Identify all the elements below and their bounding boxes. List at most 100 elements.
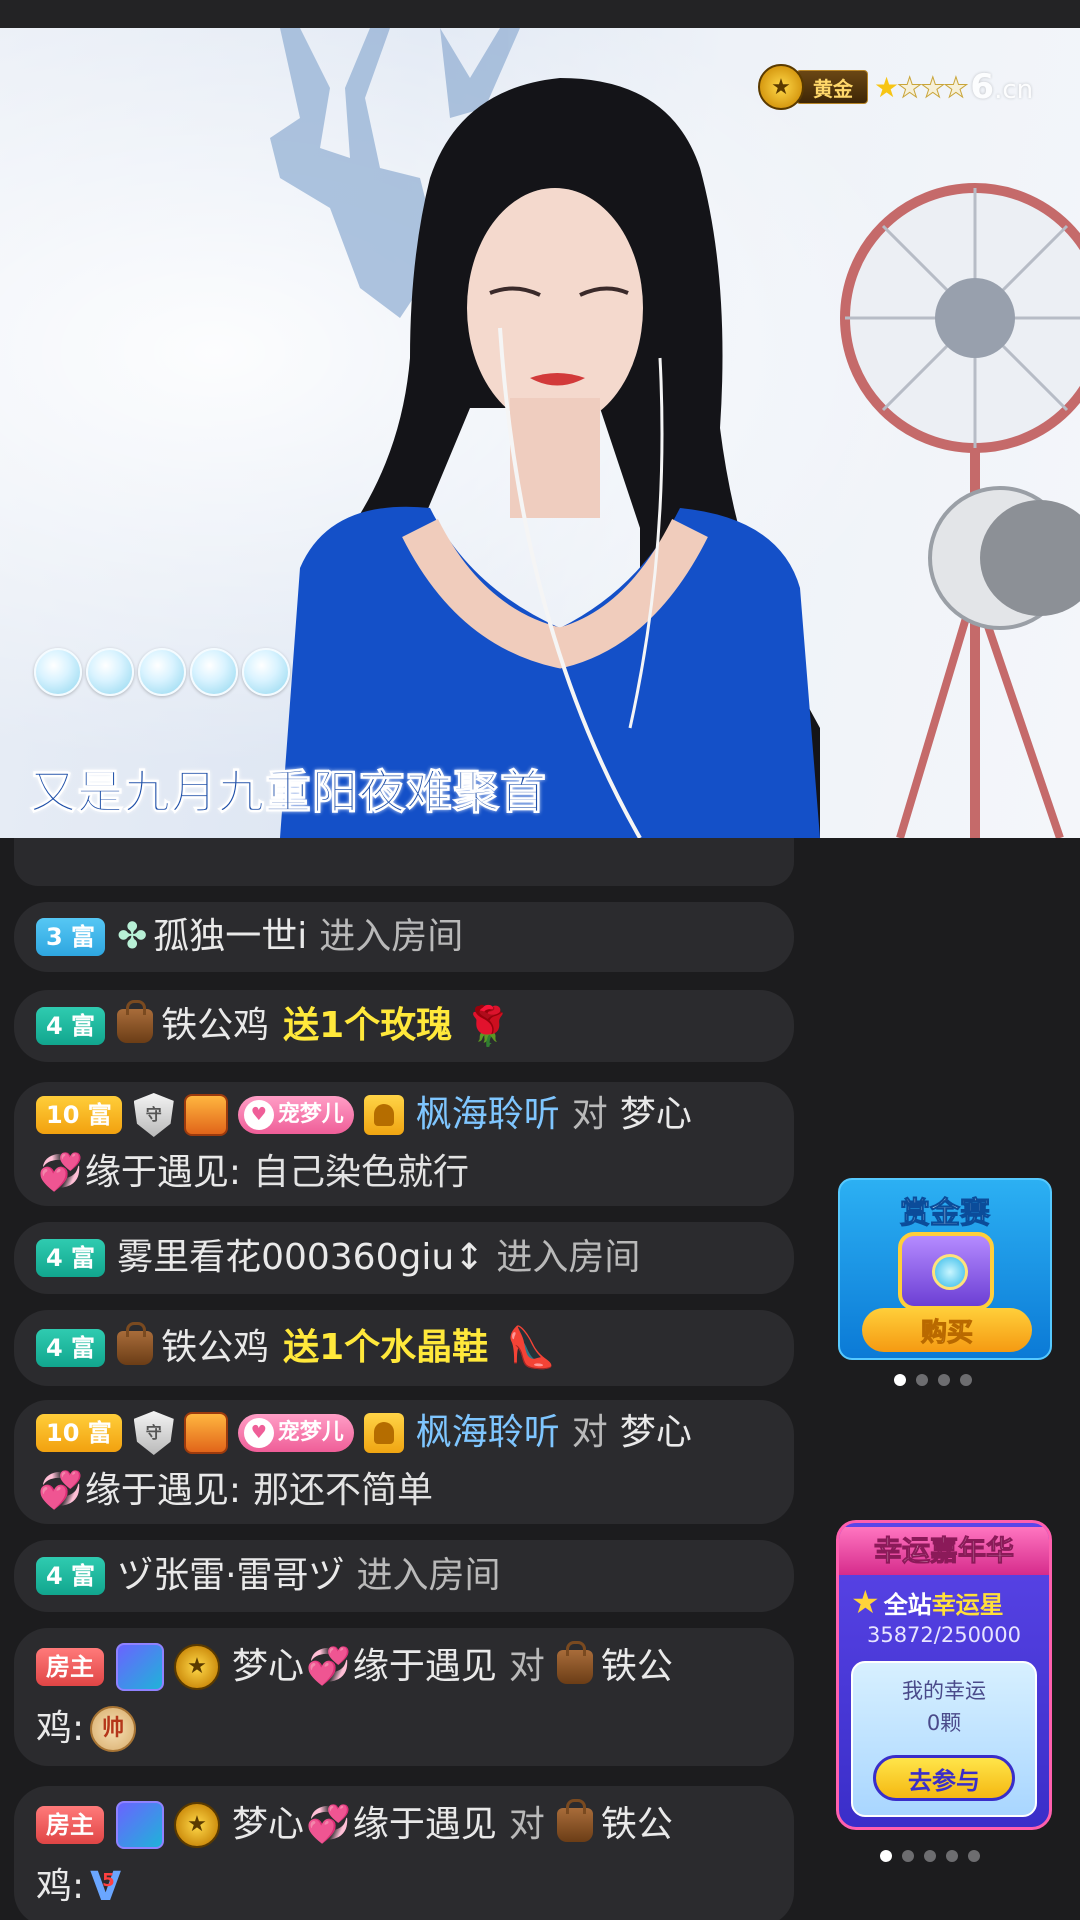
pager-dot[interactable] <box>924 1850 936 1862</box>
rank-stars: ★★★★ <box>874 70 969 104</box>
username[interactable]: 梦心 <box>232 1636 304 1698</box>
target-username[interactable]: 梦心 <box>620 1086 692 1144</box>
lucky-pager[interactable] <box>880 1850 980 1862</box>
bounty-contest-banner[interactable]: 赏金赛 购买 <box>838 1178 1052 1360</box>
handbag-icon <box>556 1641 593 1684</box>
hearts-icon: 💞 <box>306 1646 351 1687</box>
handbag-icon <box>117 1000 154 1043</box>
shooting-star-icon: ★ <box>851 1583 880 1621</box>
microphone <box>928 486 1080 630</box>
lucky-progress-count: 35872/250000 <box>866 1623 1022 1647</box>
hearts-icon: 💞 <box>38 1470 83 1511</box>
pager-dot[interactable] <box>938 1374 950 1386</box>
chat-message[interactable]: 10 富 守 ♥ 宠梦儿 枫海聆听 对 梦心 💞 缘于遇见: 自己染色就行 <box>14 1082 794 1206</box>
chat-message[interactable]: 10 富 守 ♥ 宠梦儿 枫海聆听 对 梦心 💞 缘于遇见: 那还不简单 <box>14 1400 794 1524</box>
to-text: 对 <box>571 1412 608 1453</box>
pager-dot[interactable] <box>894 1374 906 1386</box>
brand-logo: 6.cn <box>970 67 1034 107</box>
gift-text: 送1个水晶鞋 <box>283 1327 489 1368</box>
username[interactable]: ヅ张雷·雷哥ヅ <box>117 1546 344 1606</box>
heart-icon: ♥ <box>243 1100 274 1130</box>
clover-icon: ✤ <box>117 916 148 957</box>
username[interactable]: 雾里看花000360giu↕ <box>117 1228 484 1288</box>
pager-dot[interactable] <box>960 1374 972 1386</box>
lyric-dot <box>190 648 238 696</box>
lucky-carnival-banner[interactable]: 幸运嘉年华 ★ 全站 幸运星 35872/250000 我的幸运 0颗 去参与 <box>836 1520 1052 1830</box>
target-username-suffix: 鸡: <box>36 1708 85 1749</box>
chess-piece-icon: 帅 <box>90 1706 137 1752</box>
host-badge: 房主 <box>36 1806 104 1844</box>
target-username-suffix: 缘于遇见: <box>84 1470 241 1511</box>
username[interactable]: 枫海聆听 <box>416 1086 560 1144</box>
to-text: 对 <box>508 1646 545 1687</box>
treasure-chest-icon <box>898 1232 994 1310</box>
host-avatar-icon <box>116 1643 164 1691</box>
username[interactable]: 铁公鸡 <box>161 1318 269 1378</box>
rank-label: 黄金 <box>796 70 868 104</box>
hearts-icon: 💞 <box>38 1152 83 1193</box>
lyric-line: 又是九月九重阳夜难聚首 <box>30 765 547 820</box>
treasure-chest-icon <box>183 1094 228 1136</box>
wealth-level-badge: 4 富 <box>36 1329 106 1367</box>
username[interactable]: 铁公鸡 <box>161 996 269 1056</box>
performer-video-frame <box>270 28 1080 838</box>
lyric-dot <box>138 648 186 696</box>
target-username-suffix: 鸡: <box>36 1866 85 1907</box>
gold-medal-icon: ★ <box>174 1644 220 1690</box>
user-card-icon <box>363 1095 404 1135</box>
join-button[interactable]: 去参与 <box>873 1755 1015 1801</box>
star-empty-icon: ★★★ <box>897 70 969 104</box>
pet-tag: ♥ 宠梦儿 <box>237 1414 354 1452</box>
to-text: 对 <box>508 1804 545 1845</box>
target-username[interactable]: 铁公 <box>601 1636 673 1698</box>
lyric-progress-dots <box>34 648 290 696</box>
pager-dot[interactable] <box>880 1850 892 1862</box>
message-text: 那还不简单 <box>252 1470 433 1511</box>
chat-message[interactable]: 房主 ★ 梦心 💞 缘于遇见 对 铁公 鸡: 帅 <box>14 1628 794 1766</box>
pager-dot[interactable] <box>916 1374 928 1386</box>
host-badge: 房主 <box>36 1648 104 1686</box>
rose-icon: 🌹 <box>464 1004 512 1048</box>
target-username[interactable]: 梦心 <box>620 1404 692 1462</box>
star-filled-icon: ★ <box>874 70 899 104</box>
pager-dot[interactable] <box>968 1850 980 1862</box>
gold-medal-icon: ★ <box>174 1802 220 1848</box>
chat-message[interactable]: 4 富 ヅ张雷·雷哥ヅ 进入房间 <box>14 1540 794 1612</box>
pet-tag: ♥ 宠梦儿 <box>237 1096 354 1134</box>
username[interactable]: 梦心 <box>232 1794 304 1856</box>
chat-message-partial <box>14 838 794 886</box>
target-username[interactable]: 铁公 <box>601 1794 673 1856</box>
buy-button[interactable]: 购买 <box>862 1308 1032 1352</box>
handbag-icon <box>117 1322 154 1365</box>
wealth-level-badge: 4 富 <box>36 1239 106 1277</box>
wealth-level-badge: 10 富 <box>36 1096 122 1134</box>
heart-icon: ♥ <box>243 1418 274 1448</box>
my-luck-value: 0颗 <box>926 1711 962 1735</box>
username[interactable]: 孤独一世i <box>153 907 307 967</box>
chat-message[interactable]: 4 富 铁公鸡 送1个水晶鞋 👠 <box>14 1310 794 1386</box>
chat-message[interactable]: 4 富 雾里看花000360giu↕ 进入房间 <box>14 1222 794 1294</box>
video-stream[interactable]: ★ 黄金 ★★★★ 6.cn 又是九月九重阳夜难聚首 <box>0 28 1080 838</box>
chat-message[interactable]: 房主 ★ 梦心 💞 缘于遇见 对 铁公 鸡: V5 <box>14 1786 794 1920</box>
gold-medal-icon: ★ <box>758 64 804 110</box>
pager-dot[interactable] <box>902 1850 914 1862</box>
treasure-chest-icon <box>183 1412 228 1454</box>
username[interactable]: 枫海聆听 <box>416 1404 560 1462</box>
handbag-icon <box>556 1799 593 1842</box>
user-card-icon <box>363 1413 404 1453</box>
enter-room-text: 进入房间 <box>496 1237 641 1278</box>
rank-badge[interactable]: ★ 黄金 ★★★★ 6.cn <box>758 64 1033 110</box>
crystal-shoe-icon: 👠 <box>506 1325 556 1371</box>
pager-dot[interactable] <box>946 1850 958 1862</box>
v-badge-icon: V5 <box>90 1864 122 1910</box>
guard-shield-icon: 守 <box>133 1093 174 1137</box>
lyric-dot <box>242 648 290 696</box>
wealth-level-badge: 4 富 <box>36 1007 106 1045</box>
chat-message[interactable]: 3 富 ✤ 孤独一世i 进入房间 <box>14 902 794 972</box>
chat-message[interactable]: 4 富 铁公鸡 送1个玫瑰 🌹 <box>14 990 794 1062</box>
bounty-pager[interactable] <box>894 1374 972 1386</box>
host-avatar-icon <box>116 1801 164 1849</box>
wealth-level-badge: 3 富 <box>36 918 106 956</box>
guard-shield-icon: 守 <box>133 1411 174 1455</box>
enter-room-text: 进入房间 <box>356 1555 501 1596</box>
